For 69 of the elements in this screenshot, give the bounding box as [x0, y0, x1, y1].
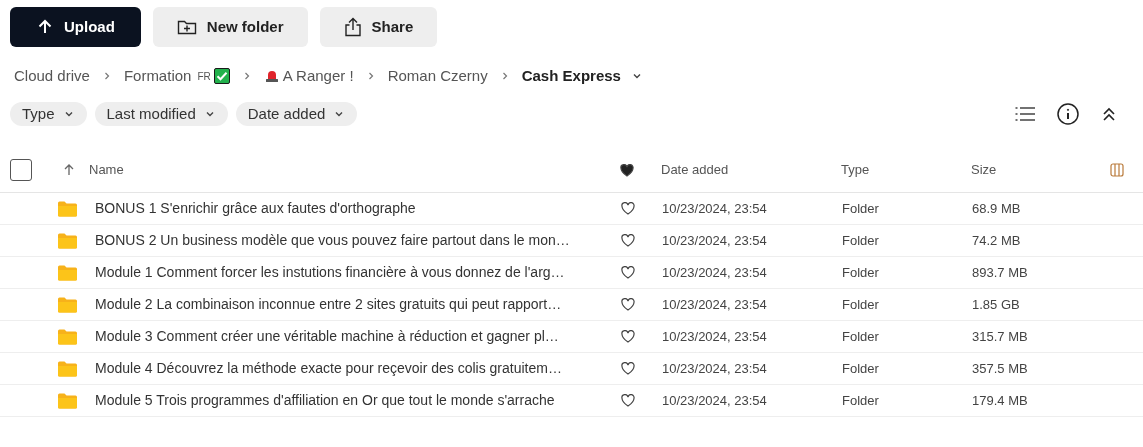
breadcrumb-link[interactable]: Cloud drive	[14, 64, 90, 88]
table-cell-text: 357.5 MB	[972, 359, 1029, 378]
table-cell-text: Folder	[842, 263, 880, 282]
table-cell-text: 10/23/2024, 23:54	[662, 359, 768, 378]
folder-plus-icon	[176, 18, 197, 36]
heart-icon	[620, 163, 634, 177]
heart-icon[interactable]	[621, 394, 635, 407]
table-cell-text: 10/23/2024, 23:54	[662, 327, 768, 346]
table-cell-text: 10/23/2024, 23:54	[662, 295, 768, 314]
column-header[interactable]: Size	[971, 160, 1101, 180]
table-cell-text: Folder	[842, 199, 880, 218]
table-cell-text: 10/23/2024, 23:54	[662, 391, 768, 410]
folder-icon	[58, 360, 77, 377]
heart-icon[interactable]	[621, 266, 635, 279]
file-name[interactable]: Module 5 Trois programmes d'affiliation en Or que tout le monde s'arrache	[95, 390, 613, 411]
heart-icon[interactable]	[621, 298, 635, 311]
columns-icon[interactable]	[1110, 163, 1124, 177]
select-all-checkbox[interactable]	[10, 159, 32, 181]
file-name[interactable]: Module 2 La combinaison inconnue entre 2 sites gratuits qui peut rapport…	[95, 294, 613, 315]
folder-icon	[58, 328, 77, 345]
table-cell-text: 893.7 MB	[972, 263, 1029, 282]
file-name[interactable]: BONUS 2 Un business modèle que vous pouvez faire partout dans le mon…	[95, 230, 613, 251]
heart-icon[interactable]	[621, 330, 635, 343]
heart-icon[interactable]	[621, 234, 635, 247]
upload-button[interactable]: Upload	[10, 7, 141, 47]
folder-icon	[58, 264, 77, 281]
filter-chip[interactable]: Type	[10, 102, 87, 126]
folder-icon	[58, 232, 77, 249]
share-button[interactable]: Share	[319, 7, 438, 47]
table-cell-text: 179.4 MB	[972, 391, 1029, 410]
language-tag: FR	[197, 68, 211, 84]
table-cell-text: 68.9 MB	[972, 199, 1022, 218]
table-cell-text: 74.2 MB	[972, 231, 1022, 250]
file-name[interactable]: BONUS 1 S'enrichir grâce aux fautes d'orthographe	[95, 198, 613, 219]
file-name[interactable]: Module 1 Comment forcer les instutions financière à vous donnez de l'arg…	[95, 262, 613, 283]
table-cell-text: Folder	[842, 327, 880, 346]
siren-light-icon	[263, 69, 280, 83]
table-cell-text: Folder	[842, 359, 880, 378]
breadcrumb-current[interactable]: Cash Express	[521, 64, 643, 88]
folder-icon	[58, 296, 77, 313]
filter-chip[interactable]: Date added	[235, 102, 358, 126]
file-name[interactable]: Module 4 Découvrez la méthode exacte pour reçevoir des colis gratuitem…	[95, 358, 613, 379]
list-view-icon[interactable]	[1015, 106, 1035, 122]
breadcrumb-link[interactable]: Roman Czerny	[387, 64, 488, 88]
heart-icon[interactable]	[621, 202, 635, 215]
filter-chip[interactable]: Last modified	[94, 102, 228, 126]
breadcrumb-link[interactable]: Formation	[123, 64, 192, 88]
breadcrumb-link[interactable]: A Ranger !	[282, 64, 354, 88]
table-cell-text: 315.7 MB	[972, 327, 1029, 346]
check-mark-icon	[213, 68, 230, 84]
table-cell-text: 10/23/2024, 23:54	[662, 199, 768, 218]
share-icon	[343, 17, 362, 37]
table-cell-text: 10/23/2024, 23:54	[662, 263, 768, 282]
column-header[interactable]: Name	[89, 160, 620, 180]
arrow-up-icon	[36, 18, 54, 36]
table-cell-text: Folder	[842, 391, 880, 410]
folder-icon	[58, 392, 77, 409]
new-folder-button[interactable]: New folder	[152, 7, 308, 47]
file-name[interactable]: Module 3 Comment créer une véritable machine à réduction et gagner pl…	[95, 326, 613, 347]
table-cell-text: Folder	[842, 295, 880, 314]
folder-icon	[58, 200, 77, 217]
table-cell-text: 1.85 GB	[972, 295, 1021, 314]
column-header[interactable]: Date added	[661, 160, 841, 180]
table-cell-text: Folder	[842, 231, 880, 250]
double-chevron-up-icon[interactable]	[1101, 106, 1117, 122]
table-cell-text: 10/23/2024, 23:54	[662, 231, 768, 250]
heart-icon[interactable]	[621, 362, 635, 375]
column-header[interactable]: Type	[841, 160, 971, 180]
info-icon[interactable]	[1057, 103, 1079, 125]
